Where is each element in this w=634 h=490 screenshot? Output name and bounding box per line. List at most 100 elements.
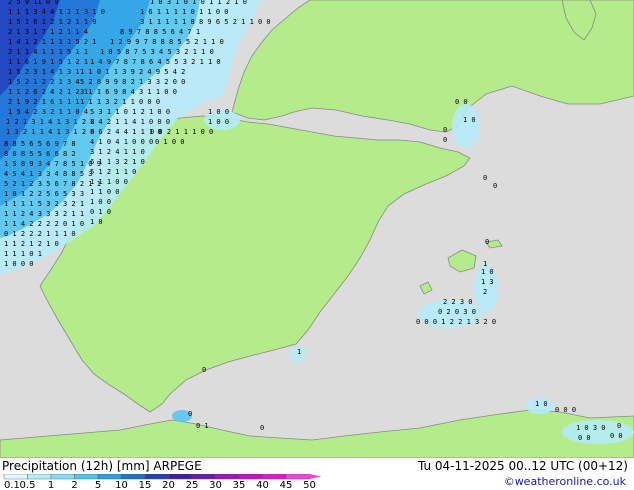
precip-value-label: 1 1 0 0 xyxy=(90,188,120,196)
precip-value-label: 0 2 0 3 0 xyxy=(438,308,476,316)
legend-labels: 0.1 0.5 1 2 5 10 15 20 25 30 35 40 45 50 xyxy=(4,480,316,490)
precip-value-label: 1 1 1 1 5 3 2 3 2 1 xyxy=(4,200,84,208)
precip-value-label: 2 4 2 1 1 4 1 0 0 0 xyxy=(90,118,170,126)
legend-label: 25 xyxy=(186,480,199,490)
precip-value-label: 0 0 xyxy=(455,98,468,106)
legend-swatch xyxy=(168,474,193,480)
precip-value-label: 1 0 xyxy=(463,116,476,124)
legend-label: 40 xyxy=(256,480,269,490)
precip-value-label: 1 1 2 4 3 3 3 2 1 1 xyxy=(4,210,84,218)
precip-value-label: 1 0 3 1 0 1 0 1 1 2 1 0 xyxy=(150,0,247,6)
precip-value-label: 5 2 1 2 3 5 6 7 8 2 1 1 xyxy=(4,180,101,188)
legend-label: 20 xyxy=(162,480,175,490)
precip-value-label: 0 0 0 xyxy=(555,406,576,414)
precip-value-label: 1 0 0 xyxy=(208,108,229,116)
legend-swatch xyxy=(238,474,263,480)
precip-value-label: 1 1 2 1 2 1 0 xyxy=(4,240,59,248)
precip-value-label: 1 1 0 1 1 3 9 2 4 9 5 4 2 xyxy=(80,68,185,76)
precip-value-label: 1 5 8 9 3 4 7 8 5 1 0 9 xyxy=(4,160,101,168)
credit-link[interactable]: ©weatheronline.co.uk xyxy=(504,475,626,489)
precip-value-label: 1 1 6 1 9 1 5 1 2 1 xyxy=(8,58,88,66)
precip-value-label: 1 xyxy=(483,260,487,268)
precip-value-label: 1 5 2 3 1 4 1 3 1 xyxy=(8,68,80,76)
precip-value-label: 0 1 2 2 2 1 1 1 0 xyxy=(4,230,76,238)
precip-value-label: 1 1 1 0 0 xyxy=(90,178,128,186)
precip-value-label: 0 xyxy=(202,366,206,374)
legend-swatch xyxy=(121,474,146,480)
precip-value-label: 0 xyxy=(443,136,447,144)
precip-value-label: 1 1 2 6 2 4 2 1 2 1 xyxy=(8,88,88,96)
precip-value-label: 8 6 8 5 5 6 6 8 2 xyxy=(4,150,76,158)
map-footer: Precipitation (12h) [mm] ARPEGE Tu 04-11… xyxy=(0,458,634,490)
precip-value-label: 2 1 9 2 1 6 1 1 1 xyxy=(8,98,80,106)
precip-value-label: 0 1 xyxy=(196,422,209,430)
map-viewer: 2 5 9 11 0 9 1 1 1 3 4 4 1 1 1 3 1 0 1 5 1… xyxy=(0,0,634,490)
precip-value-label: 0 xyxy=(260,424,264,432)
precip-value-label: 0 0 2 1 1 1 0 0 xyxy=(150,128,213,136)
precip-value-label: 1 5 4 2 3 2 1 1 0 4 xyxy=(8,108,88,116)
precip-value-label: 2 1 1 4 1 1 1 5 1 1 xyxy=(8,48,88,56)
precip-value-label: 1 xyxy=(297,348,301,356)
legend-label: 30 xyxy=(209,480,222,490)
precip-value-label: 1 6 1 1 1 1 0 1 1 0 0 xyxy=(140,8,229,16)
precip-value-label: 1 0 xyxy=(535,400,548,408)
precip-value-label: 1 0 1 2 2 5 6 5 3 3 xyxy=(4,190,84,198)
precip-value-label: 3 1 1 6 9 8 4 3 1 1 0 0 xyxy=(80,88,177,96)
precip-value-label: 0 xyxy=(493,182,497,190)
precip-value-label: 0 xyxy=(485,238,489,246)
legend-swatch xyxy=(285,474,310,480)
legend-swatch xyxy=(215,474,240,480)
legend-label: 5 xyxy=(95,480,101,490)
legend-label: 2 xyxy=(71,480,77,490)
legend-label: 1 xyxy=(48,480,54,490)
precip-value-label: 1 2 9 9 7 8 8 8 5 5 2 1 1 0 xyxy=(110,38,224,46)
precip-value-label: 2 xyxy=(483,288,487,296)
precip-value-label: 1 0 xyxy=(90,218,103,226)
legend-swatch xyxy=(97,474,122,480)
precip-value-label: 5 2 8 9 9 8 2 1 3 3 2 0 0 xyxy=(80,78,185,86)
precip-value-label: 1 2 1 3 1 4 1 3 1 2 8 xyxy=(6,118,95,126)
legend-swatch xyxy=(262,474,287,480)
precip-value-label: 3 1 2 4 1 1 0 xyxy=(90,148,145,156)
precip-value-label: 0 1 0 xyxy=(90,208,111,216)
precip-value-label: 5 3 1 1 0 1 2 1 0 0 xyxy=(90,108,170,116)
legend-swatch xyxy=(27,474,52,480)
precip-value-label: 4 1 0 4 1 0 0 0 xyxy=(90,138,153,146)
map-title: Precipitation (12h) [mm] ARPEGE xyxy=(2,459,202,473)
precipitation-map: 2 5 9 11 0 9 1 1 1 3 4 4 1 1 1 3 1 0 1 5 1… xyxy=(0,0,634,458)
legend-label: 45 xyxy=(280,480,293,490)
legend-arrow-tip xyxy=(309,474,322,479)
precip-value-label: 8 8 5 6 5 6 9 7 8 xyxy=(4,140,76,148)
precip-value-label: 6 1 1 3 2 1 0 xyxy=(90,158,145,166)
legend-label: 50 xyxy=(303,480,316,490)
precip-value-label: 0 xyxy=(617,422,621,430)
precip-value-label: 1 1 4 2 2 2 2 0 1 0 xyxy=(4,220,84,228)
precip-value-label: 1 3 2 1 1 4 1 3 1 2 6 xyxy=(6,128,95,136)
precip-value-label: 0 0 xyxy=(578,434,591,442)
precip-value-label: 3 1 1 1 1 1 8 8 9 6 5 2 1 1 0 0 xyxy=(140,18,271,26)
precip-value-label: 5 1 2 1 1 0 xyxy=(90,168,136,176)
legend-label: 0.1 xyxy=(4,480,20,490)
legend-label: 0.5 xyxy=(20,480,36,490)
precip-value-label: 1 4 9 7 8 7 8 6 4 5 5 3 2 1 1 0 xyxy=(90,58,221,66)
legend-swatch xyxy=(74,474,99,480)
precip-value-label: 0 0 xyxy=(610,432,623,440)
precip-value-label: 1 0 3 0 xyxy=(576,424,606,432)
valid-time: Tu 04-11-2025 00..12 UTC (00+12) xyxy=(417,459,628,473)
legend-label: 15 xyxy=(139,480,152,490)
legend-swatch xyxy=(50,474,75,480)
precip-value-label: 0 xyxy=(443,126,447,134)
precip-value-label: 1 5 2 1 2 2 1 3 4 xyxy=(8,78,80,86)
legend-label: 35 xyxy=(233,480,246,490)
legend-label: 10 xyxy=(115,480,128,490)
legend-swatch xyxy=(144,474,169,480)
precip-value-label: 0 xyxy=(188,410,192,418)
precip-value-label: 2 2 3 0 xyxy=(443,298,473,306)
precip-value-label: 1 4 1 2 1 1 1 1 5 2 1 xyxy=(8,38,97,46)
legend-swatch xyxy=(191,474,216,480)
precip-value-label: 1 1 1 3 2 1 1 0 0 0 xyxy=(80,98,160,106)
precip-value-label: 1 1 1 3 4 4 1 1 1 3 1 0 xyxy=(8,8,105,16)
precip-value-label: 0 1 0 0 xyxy=(155,138,185,146)
precip-patch-gulf-lion xyxy=(452,104,480,148)
precip-value-label: 1 0 0 xyxy=(90,198,111,206)
